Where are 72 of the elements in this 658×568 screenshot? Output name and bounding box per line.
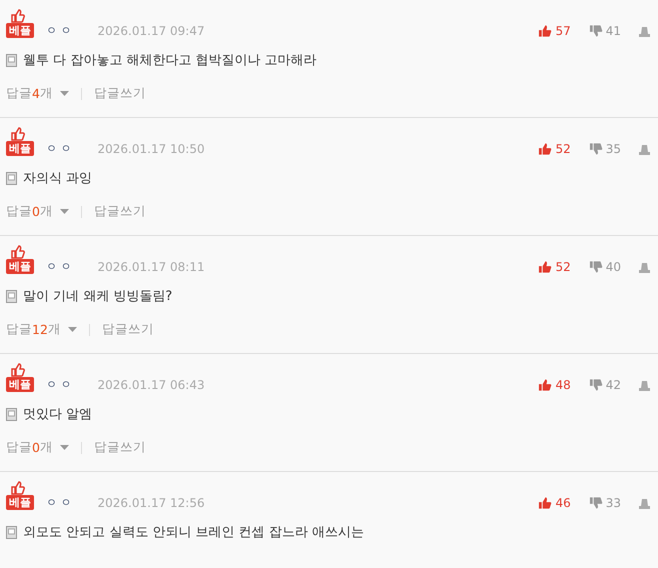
document-icon <box>6 172 17 184</box>
dislike-button[interactable]: 42 <box>588 378 621 392</box>
document-icon <box>6 290 17 302</box>
report-icon <box>639 498 650 508</box>
report-button[interactable] <box>639 262 650 272</box>
caret-icon <box>60 91 69 96</box>
thumbs-up-icon <box>538 260 552 274</box>
dislike-button[interactable]: 33 <box>588 496 621 510</box>
write-reply-link[interactable]: 답글쓰기 <box>94 439 146 456</box>
document-icon <box>6 54 17 66</box>
replies-toggle[interactable]: 답글4개 <box>6 85 69 102</box>
like-button[interactable]: 52 <box>538 142 571 156</box>
thumbs-down-icon <box>588 260 603 274</box>
caret-icon <box>68 327 77 332</box>
author-name[interactable]: ㅇ ㅇ <box>46 142 72 156</box>
thumbs-up-icon <box>538 142 552 156</box>
author-name[interactable]: ㅇ ㅇ <box>46 496 72 510</box>
replies-toggle[interactable]: 답글0개 <box>6 439 69 456</box>
author-name[interactable]: ㅇ ㅇ <box>46 24 72 38</box>
document-icon <box>6 408 17 420</box>
report-button[interactable] <box>639 498 650 508</box>
comment-text: 멋있다 알엠 <box>23 406 92 423</box>
comment-time: 2026.01.17 08:11 <box>98 260 205 274</box>
write-reply-link[interactable]: 답글쓰기 <box>102 321 154 338</box>
report-button[interactable] <box>639 380 650 390</box>
report-button[interactable] <box>639 26 650 36</box>
thumbs-up-icon <box>9 481 25 495</box>
author-name[interactable]: ㅇ ㅇ <box>46 378 72 392</box>
replies-toggle[interactable]: 답글12개 <box>6 321 77 338</box>
thumbs-up-icon <box>9 9 25 23</box>
comment-time: 2026.01.17 10:50 <box>98 142 205 156</box>
write-reply-link[interactable]: 답글쓰기 <box>94 85 146 102</box>
author-name[interactable]: ㅇ ㅇ <box>46 260 72 274</box>
thumbs-down-icon <box>588 378 603 392</box>
report-icon <box>639 380 650 390</box>
caret-icon <box>60 445 69 450</box>
like-button[interactable]: 48 <box>538 378 571 392</box>
document-icon <box>6 526 17 538</box>
comment-time: 2026.01.17 06:43 <box>98 378 205 392</box>
thumbs-down-icon <box>588 496 603 510</box>
comment-text: 외모도 안되고 실력도 안되니 브레인 컨셉 잡느라 애쓰시는 <box>23 524 364 541</box>
comment-text: 말이 기네 왜케 빙빙돌림? <box>23 288 172 305</box>
report-icon <box>639 26 650 36</box>
best-badge: 베플 <box>6 259 34 274</box>
thumbs-up-icon <box>9 127 25 141</box>
report-icon <box>639 144 650 154</box>
replies-toggle[interactable]: 답글0개 <box>6 203 69 220</box>
report-icon <box>639 262 650 272</box>
thumbs-up-icon <box>538 378 552 392</box>
comment-text: 자의식 과잉 <box>23 170 92 187</box>
thumbs-up-icon <box>538 24 552 38</box>
thumbs-up-icon <box>9 363 25 377</box>
thumbs-up-icon <box>9 245 25 259</box>
comment-time: 2026.01.17 12:56 <box>98 496 205 510</box>
comment-time: 2026.01.17 09:47 <box>98 24 205 38</box>
comment-text: 웰투 다 잡아놓고 해체한다고 협박질이나 고마해라 <box>23 52 317 69</box>
thumbs-down-icon <box>588 142 603 156</box>
like-button[interactable]: 52 <box>538 260 571 274</box>
thumbs-down-icon <box>588 24 603 38</box>
dislike-button[interactable]: 35 <box>588 142 621 156</box>
best-badge: 베플 <box>6 495 34 510</box>
best-badge: 베플 <box>6 23 34 38</box>
best-badge: 베플 <box>6 141 34 156</box>
report-button[interactable] <box>639 144 650 154</box>
caret-icon <box>60 209 69 214</box>
write-reply-link[interactable]: 답글쓰기 <box>94 203 146 220</box>
thumbs-up-icon <box>538 496 552 510</box>
like-button[interactable]: 57 <box>538 24 571 38</box>
like-button[interactable]: 46 <box>538 496 571 510</box>
best-badge: 베플 <box>6 377 34 392</box>
dislike-button[interactable]: 41 <box>588 24 621 38</box>
dislike-button[interactable]: 40 <box>588 260 621 274</box>
